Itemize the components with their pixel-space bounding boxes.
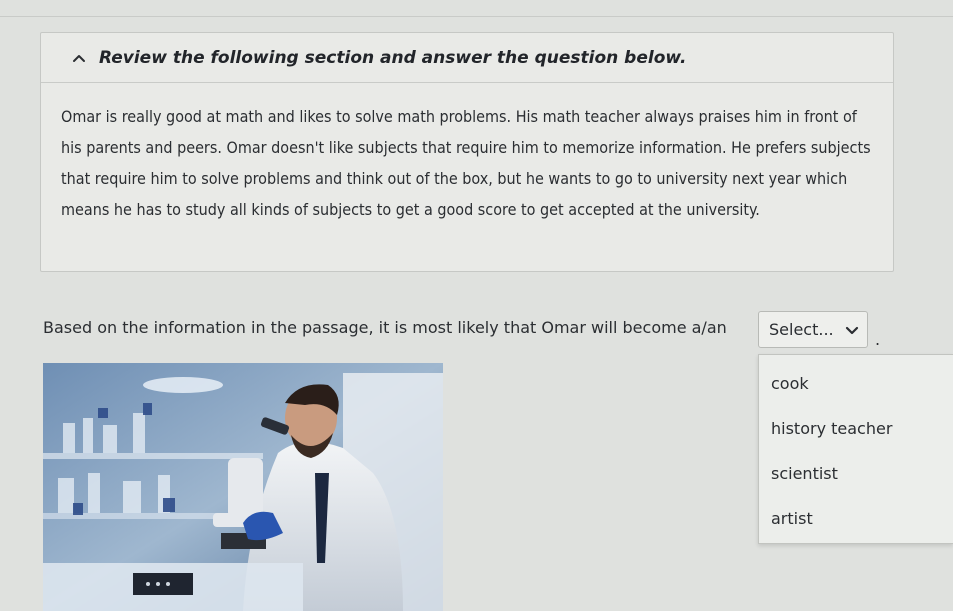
select-value: Select... <box>769 320 834 339</box>
question-stem: Based on the information in the passage,… <box>43 318 727 337</box>
section-header[interactable]: Review the following section and answer … <box>41 33 893 83</box>
scientist-microscope-photo <box>43 363 443 611</box>
question-text: Based on the information in the passage,… <box>43 318 727 337</box>
option-artist[interactable]: artist <box>759 496 953 541</box>
select-options-list: cook history teacher scientist artist <box>758 354 953 544</box>
top-divider <box>0 16 953 17</box>
chevron-up-icon[interactable] <box>71 50 87 66</box>
chevron-down-icon <box>845 322 859 336</box>
question-period: . <box>875 330 881 349</box>
answer-select[interactable]: Select... <box>758 311 868 348</box>
review-section-panel: Review the following section and answer … <box>40 32 894 272</box>
option-scientist[interactable]: scientist <box>759 451 953 496</box>
option-history-teacher[interactable]: history teacher <box>759 406 953 451</box>
passage-text: Omar is really good at math and likes to… <box>61 107 871 219</box>
option-cook[interactable]: cook <box>759 361 953 406</box>
section-header-text: Review the following section and answer … <box>99 47 687 68</box>
